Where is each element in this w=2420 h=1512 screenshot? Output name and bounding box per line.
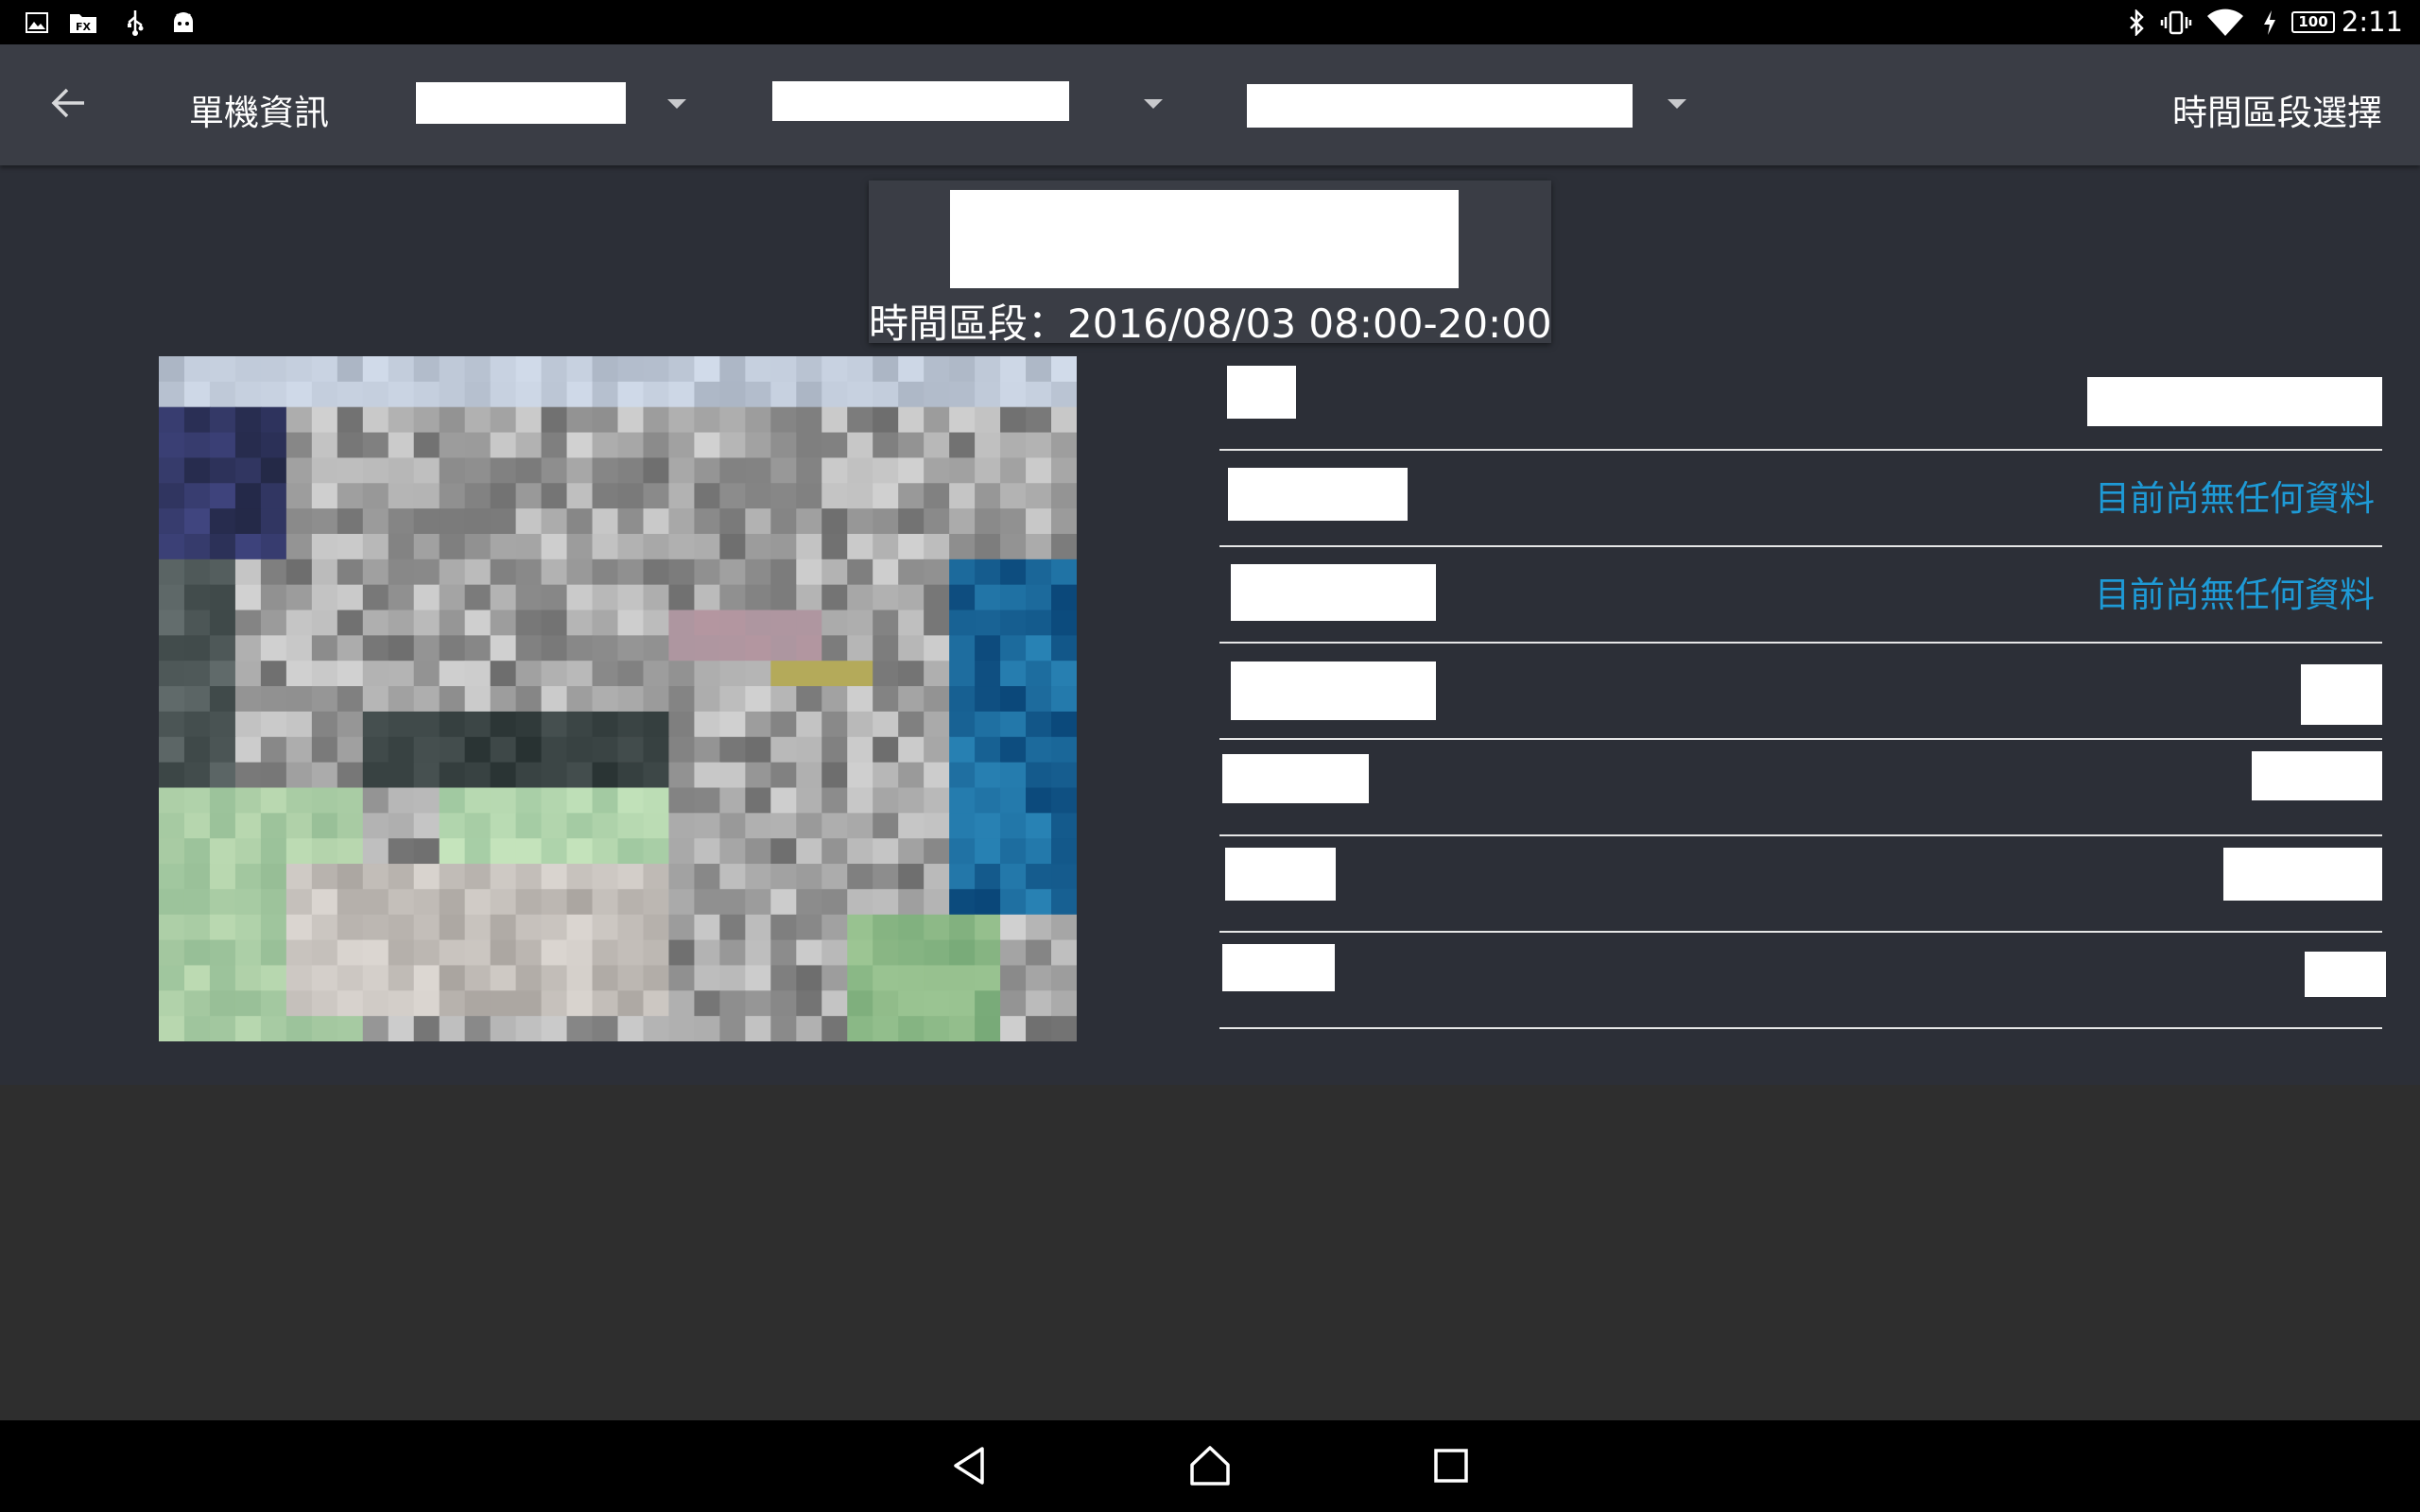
info-label xyxy=(1228,468,1408,521)
info-label xyxy=(1231,662,1436,720)
spinner-2-value xyxy=(772,81,1069,121)
android-icon xyxy=(170,9,197,35)
recents-icon[interactable] xyxy=(1413,1435,1489,1496)
period-label: 時間區段：2016/08/03 08:00-20:00 xyxy=(869,301,1552,347)
info-list: 目前尚無任何資料 目前尚無任何資料 xyxy=(1219,354,2386,1029)
page-title: 單機資訊 xyxy=(189,93,329,133)
svg-text:FX: FX xyxy=(76,21,92,33)
navigation-bar xyxy=(0,1420,2420,1512)
home-icon[interactable] xyxy=(1172,1435,1248,1496)
spinner-1-value xyxy=(416,82,626,124)
triangle-down-icon xyxy=(667,99,686,109)
info-row xyxy=(1219,354,2382,451)
header-card: 時間區段：2016/08/03 08:00-20:00 xyxy=(869,180,1552,347)
info-row xyxy=(1219,933,2386,1029)
bluetooth-icon xyxy=(2125,9,2148,36)
info-value xyxy=(2305,952,2386,997)
info-value xyxy=(2301,664,2382,725)
gallery-icon xyxy=(25,9,49,35)
triangle-down-icon xyxy=(1668,99,1686,109)
back-triangle-icon[interactable] xyxy=(931,1435,1007,1496)
info-row: 目前尚無任何資料 xyxy=(1219,547,2382,644)
file-icon: FX xyxy=(68,9,98,35)
machine-photo xyxy=(159,356,1077,1041)
info-value: 目前尚無任何資料 xyxy=(2095,575,2375,615)
status-time: 2:11 xyxy=(2341,6,2403,38)
triangle-down-icon xyxy=(1144,99,1163,109)
back-button[interactable] xyxy=(38,78,98,131)
info-value xyxy=(2223,848,2382,901)
content-panel: 時間區段：2016/08/03 08:00-20:00 目前尚無任何資料 目前尚… xyxy=(0,165,2420,1085)
vibrate-icon xyxy=(2159,9,2193,35)
spinner-3-value xyxy=(1247,84,1633,128)
info-row xyxy=(1219,644,2382,740)
info-label xyxy=(1222,754,1369,803)
battery-icon: 100 xyxy=(2291,11,2335,33)
status-bar: FX 100 2:11 xyxy=(0,0,2420,44)
info-value: 目前尚無任何資料 xyxy=(2095,478,2375,519)
usb-icon xyxy=(123,9,147,36)
spinner-3[interactable] xyxy=(1247,73,1691,133)
action-bar: 單機資訊 時間區段選擇 xyxy=(0,44,2420,165)
wifi-icon xyxy=(2206,9,2244,36)
arrow-left-icon xyxy=(50,87,86,123)
info-row xyxy=(1219,740,2382,836)
machine-name xyxy=(950,190,1459,288)
info-label xyxy=(1225,848,1336,901)
charging-icon xyxy=(2261,9,2278,35)
info-row: 目前尚無任何資料 xyxy=(1219,451,2382,547)
info-label xyxy=(1231,564,1436,621)
spinner-2[interactable] xyxy=(772,73,1169,133)
info-label xyxy=(1227,366,1296,419)
info-row xyxy=(1219,836,2382,933)
period-select-button[interactable]: 時間區段選擇 xyxy=(2172,84,2382,135)
spinner-1[interactable] xyxy=(416,73,700,133)
info-value xyxy=(2252,751,2382,800)
info-label xyxy=(1222,944,1335,991)
info-value xyxy=(2087,377,2382,426)
